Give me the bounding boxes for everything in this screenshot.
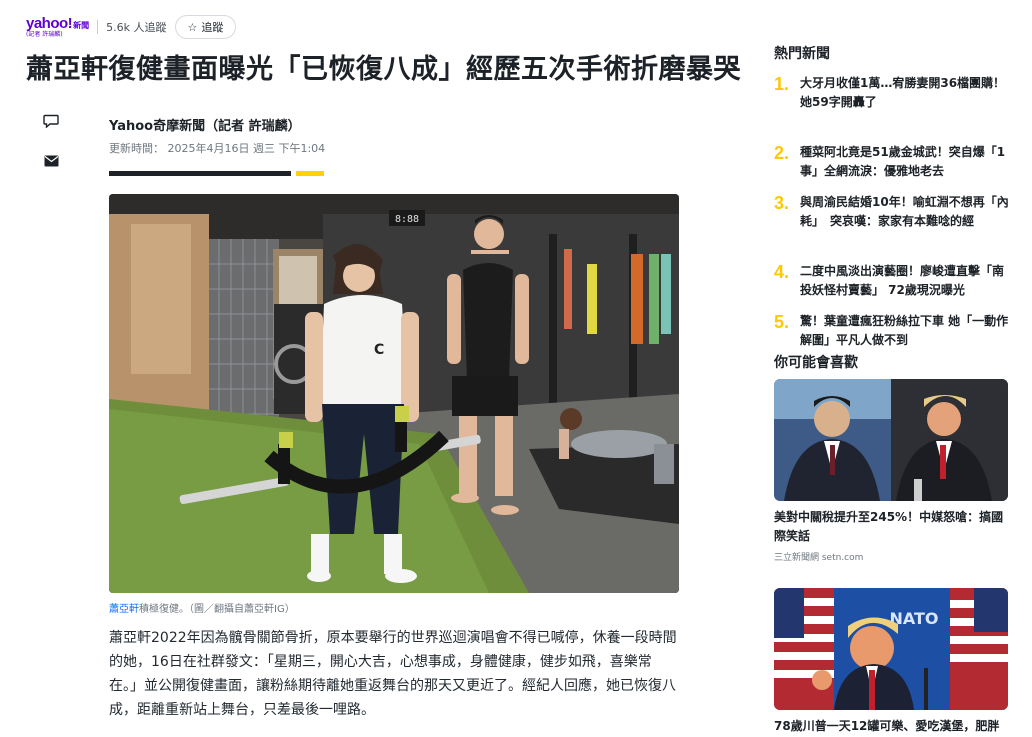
trending-headline[interactable]: 大牙月收僅1萬…宥勝妻開36檔團購！她59字開轟了 [800,74,1014,112]
follow-button[interactable]: ☆ 追蹤 [174,15,237,39]
trending-item[interactable]: 2. 種菜阿北竟是51歲金城武！突自爆「1事」全網流淚：優雅地老去 [774,143,1014,193]
recommend-card[interactable]: NATO 78歲川普一天12罐可樂、愛吃漢堡，肥胖 [774,588,1008,736]
share-toolbar [40,110,64,190]
author-name[interactable]: Yahoo奇摩新聞（記者 許瑞麟） [109,115,325,134]
trending-title: 熱門新聞 [774,46,830,62]
gym-clock-text: 8:88 [395,214,419,225]
yahoo-news-logo[interactable]: yahoo!新聞 (記者 許瑞麟) [26,16,89,38]
trending-rank: 1. [774,74,790,94]
hero-image[interactable]: 8:88 C [109,194,679,593]
recommend-card-source: 三立新聞網 setn.com [774,553,864,563]
byline: Yahoo奇摩新聞（記者 許瑞麟） 更新時間： 2025年4月16日 週三 下午… [109,115,325,156]
trending-rank: 2. [774,143,790,163]
recommend-card-image[interactable] [774,379,1008,501]
recommend-card[interactable]: 美對中關稅提升至245%！中媒怒嗆：搞國際笑話 三立新聞網 setn.com [774,379,1008,563]
publisher-bar: yahoo!新聞 (記者 許瑞麟) 5.6k 人追蹤 ☆ 追蹤 [26,14,237,40]
trending-headline[interactable]: 二度中風淡出演藝圈！廖峻遭直擊「南投妖怪村賣藝」 72歲現況曝光 [800,262,1014,300]
trending-rank: 5. [774,312,790,332]
trending-item[interactable]: 1. 大牙月收僅1萬…宥勝妻開36檔團購！她59字開轟了 [774,74,1014,143]
mail-icon[interactable] [40,150,62,172]
trending-headline[interactable]: 與周渝民結婚10年！喻虹淵不想再「內耗」 突哀嘆：家家有本難唸的經 [800,193,1014,231]
recommend-card-image[interactable]: NATO [774,588,1008,710]
follower-count: 5.6k 人追蹤 [106,21,167,34]
recommend-card-title[interactable]: 美對中關稅提升至245%！中媒怒嗆：搞國際笑話 [774,508,1008,546]
caption-text: 積極復健。（圖／翻攝自蕭亞軒IG） [139,604,295,615]
trending-rank: 3. [774,193,790,213]
trending-headline[interactable]: 種菜阿北竟是51歲金城武！突自爆「1事」全網流淚：優雅地老去 [800,143,1014,181]
recommend-title: 你可能會喜歡 [774,355,858,371]
svg-text:C: C [374,342,384,358]
logo-text: yahoo! [26,15,73,32]
recommend-card-title[interactable]: 78歲川普一天12罐可樂、愛吃漢堡，肥胖 [774,717,1008,736]
trending-headline[interactable]: 驚！葉童遭瘋狂粉絲拉下車 她「一動作解圍」平凡人做不到 [800,312,1014,350]
updated-time: 更新時間： 2025年4月16日 週三 下午1:04 [109,142,326,155]
star-icon: ☆ [187,20,198,34]
comment-icon[interactable] [40,110,62,132]
article-body-paragraph: 蕭亞軒2022年因為髖骨關節骨折，原本要舉行的世界巡迴演唱會不得已喊停，休養一段… [109,630,677,718]
separator [97,20,99,34]
follow-label: 追蹤 [201,21,224,34]
trending-item[interactable]: 3. 與周渝民結婚10年！喻虹淵不想再「內耗」 突哀嘆：家家有本難唸的經 [774,193,1014,262]
trending-item[interactable]: 5. 驚！葉童遭瘋狂粉絲拉下車 她「一動作解圍」平凡人做不到 [774,312,1014,350]
logo-suffix: 新聞 [73,21,90,30]
article-headline: 蕭亞軒復健畫面曝光「已恢復八成」經歷五次手術折磨暴哭 [26,54,741,85]
trending-list: 1. 大牙月收僅1萬…宥勝妻開36檔團購！她59字開轟了 2. 種菜阿北竟是51… [774,74,1014,350]
image-caption: 蕭亞軒積極復健。（圖／翻攝自蕭亞軒IG） [109,600,295,615]
logo-subtitle: (記者 許瑞麟) [26,31,63,38]
caption-name-link[interactable]: 蕭亞軒 [109,604,139,615]
trending-rank: 4. [774,262,790,282]
byline-divider [109,171,324,176]
trending-item[interactable]: 4. 二度中風淡出演藝圈！廖峻遭直擊「南投妖怪村賣藝」 72歲現況曝光 [774,262,1014,312]
